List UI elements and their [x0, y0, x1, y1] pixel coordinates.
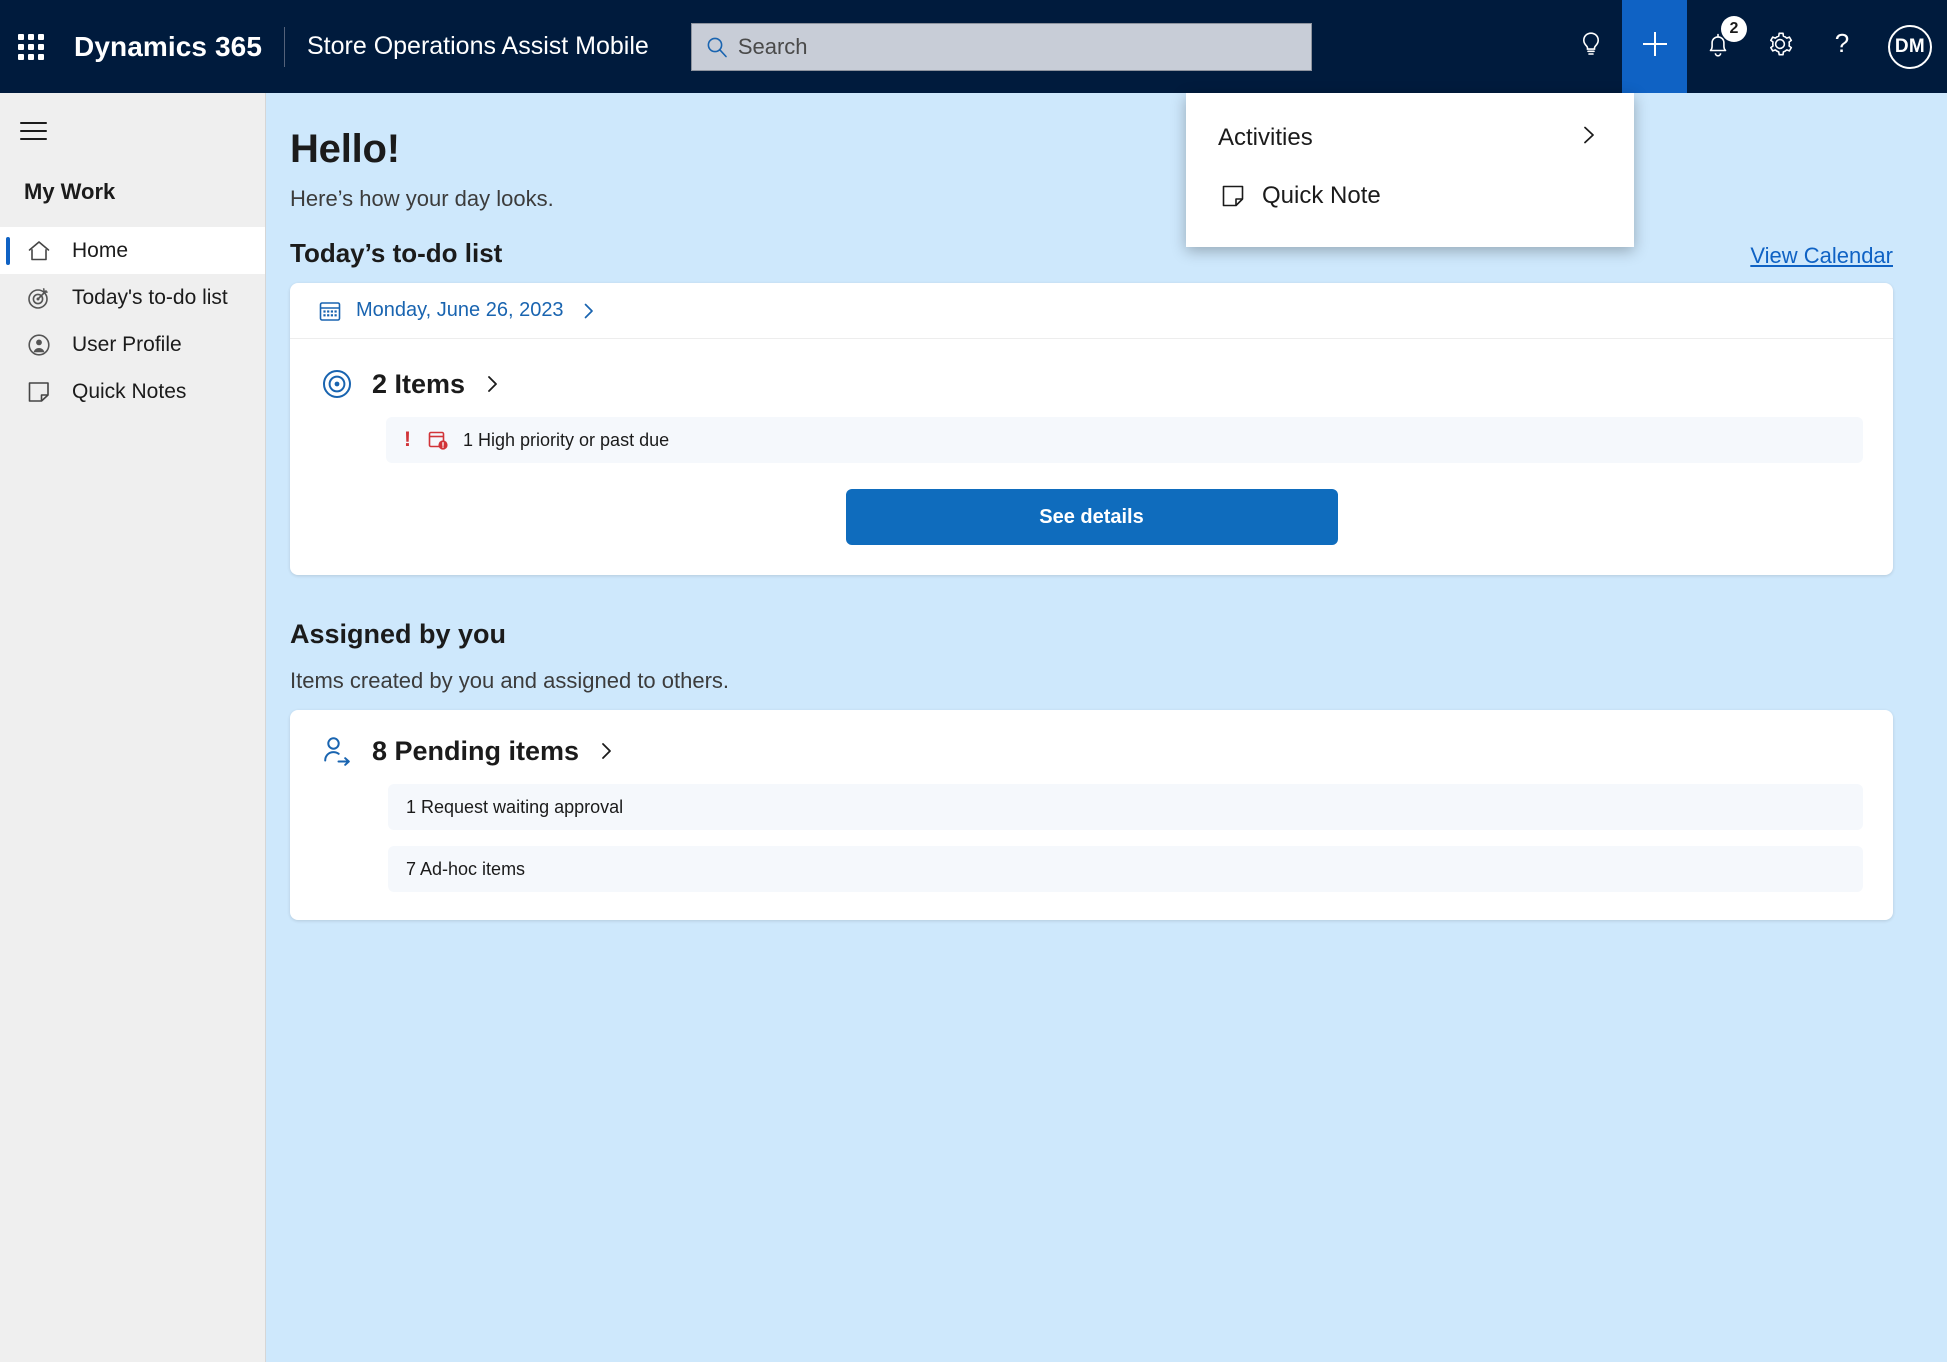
notification-badge: 2 — [1721, 16, 1747, 42]
sidebar-item-label: Home — [72, 238, 129, 262]
assigned-row-text: 7 Ad-hoc items — [406, 858, 526, 879]
assigned-row-text: 1 Request waiting approval — [406, 796, 624, 817]
user-account-button[interactable]: DM — [1873, 0, 1947, 93]
app-launcher-button[interactable] — [0, 0, 62, 93]
waffle-icon — [18, 33, 44, 60]
todo-count-row[interactable]: 2 Items — [320, 365, 1863, 401]
flyout-item-label: Quick Note — [1262, 182, 1381, 209]
search-container — [690, 22, 1312, 71]
calendar-icon — [318, 299, 342, 323]
home-icon — [22, 238, 56, 264]
todo-alert-text: 1 High priority or past due — [463, 429, 670, 450]
svg-text:?: ? — [1835, 30, 1849, 58]
page-body: My Work Home Today's to-do list User Pro… — [0, 93, 1947, 1362]
view-calendar-link[interactable]: View Calendar — [1750, 243, 1893, 269]
flyout-item-quick-note[interactable]: Quick Note — [1186, 167, 1634, 225]
chevron-right-icon — [597, 741, 617, 761]
app-name-label: Store Operations Assist Mobile — [307, 32, 649, 60]
assigned-count-label: 8 Pending items — [372, 735, 580, 766]
sitemap-toggle-button[interactable] — [0, 93, 265, 155]
note-icon — [1218, 183, 1248, 209]
brand-title: Dynamics 365 — [74, 30, 262, 62]
flyout-item-label: Activities — [1218, 124, 1313, 151]
notifications-button[interactable]: 2 — [1687, 0, 1749, 93]
sidebar-item-todo-list[interactable]: Today's to-do list — [0, 274, 265, 321]
active-indicator — [6, 236, 10, 265]
todo-count-label: 2 Items — [372, 368, 466, 399]
person-add-icon — [320, 734, 354, 768]
sidebar-item-label: Today's to-do list — [72, 285, 228, 309]
search-icon — [706, 36, 728, 58]
page-title: Hello! — [290, 127, 400, 171]
target-icon — [320, 367, 354, 401]
page-subtitle: Here’s how your day looks. — [290, 186, 554, 211]
main-inner: Hello! Here’s how your day looks. Today’… — [266, 127, 1947, 920]
flyout-item-activities[interactable]: Activities — [1186, 109, 1634, 167]
todo-alert-row[interactable]: ! 1 High priority or past due — [386, 417, 1863, 463]
note-icon — [22, 379, 56, 405]
todo-section-header: Today’s to-do list View Calendar — [290, 238, 1893, 269]
sidebar-item-home[interactable]: Home — [0, 227, 265, 274]
tips-button[interactable] — [1560, 0, 1622, 93]
app-window: Dynamics 365 Store Operations Assist Mob… — [0, 0, 1947, 1362]
top-navigation-bar: Dynamics 365 Store Operations Assist Mob… — [0, 0, 1947, 93]
assigned-section: Assigned by you Items created by you and… — [290, 619, 1893, 920]
target-icon — [22, 285, 56, 311]
sidebar-item-label: User Profile — [72, 332, 182, 356]
hamburger-icon — [20, 116, 47, 146]
search-input[interactable] — [737, 33, 1297, 60]
lightbulb-icon — [1578, 30, 1604, 63]
person-circle-icon — [22, 332, 56, 358]
new-record-button[interactable] — [1622, 0, 1687, 93]
assigned-section-title: Assigned by you — [290, 619, 507, 649]
gear-icon — [1766, 30, 1794, 63]
todo-date-row[interactable]: Monday, June 26, 2023 — [290, 283, 1893, 339]
settings-button[interactable] — [1749, 0, 1811, 93]
nav-actions: 2 ? DM — [1560, 0, 1947, 93]
help-button[interactable]: ? — [1811, 0, 1873, 93]
assigned-section-subtitle: Items created by you and assigned to oth… — [290, 668, 730, 693]
todo-card: Monday, June 26, 2023 2 Items ! 1 High p… — [290, 283, 1893, 575]
main-content: Hello! Here’s how your day looks. Today’… — [266, 93, 1947, 1362]
sidebar-group-title: My Work — [24, 179, 116, 204]
todo-section-title: Today’s to-do list — [290, 238, 503, 268]
chevron-right-icon — [580, 302, 598, 320]
todo-card-body: 2 Items ! 1 High priority or past due Se… — [290, 339, 1893, 575]
question-mark-icon: ? — [1829, 28, 1855, 63]
exclamation-icon: ! — [404, 428, 411, 451]
see-details-button[interactable]: See details — [845, 489, 1338, 545]
assigned-card: 8 Pending items 1 Request waiting approv… — [290, 710, 1893, 920]
todo-date-label: Monday, June 26, 2023 — [356, 299, 564, 321]
plus-icon — [1640, 29, 1670, 64]
assigned-row-approval[interactable]: 1 Request waiting approval — [388, 784, 1863, 830]
overdue-calendar-icon — [427, 429, 449, 451]
see-details-row: See details — [320, 489, 1863, 545]
search-box[interactable] — [690, 22, 1312, 71]
avatar: DM — [1888, 24, 1932, 69]
brand-divider — [284, 26, 285, 67]
chevron-right-icon — [1578, 124, 1600, 153]
quick-create-flyout: Activities Quick Note — [1186, 93, 1634, 247]
sidebar-item-quick-notes[interactable]: Quick Notes — [0, 368, 265, 415]
assigned-row-adhoc[interactable]: 7 Ad-hoc items — [388, 846, 1863, 892]
chevron-right-icon — [483, 374, 503, 394]
sidebar-item-user-profile[interactable]: User Profile — [0, 321, 265, 368]
assigned-count-row[interactable]: 8 Pending items — [320, 732, 1863, 768]
sidebar: My Work Home Today's to-do list User Pro… — [0, 93, 266, 1362]
sidebar-item-label: Quick Notes — [72, 379, 187, 403]
